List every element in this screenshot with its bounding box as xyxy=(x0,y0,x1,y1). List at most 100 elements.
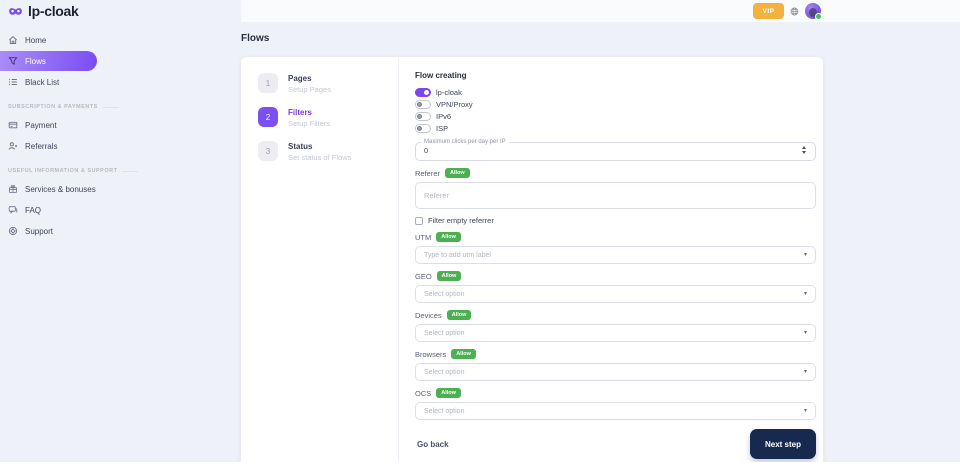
gift-icon xyxy=(8,184,18,194)
utm-combobox[interactable]: Type to add utm label ▾ xyxy=(415,246,816,264)
browsers-allow-badge[interactable]: Allow xyxy=(451,349,476,359)
step-title: Pages xyxy=(288,73,331,83)
step-subtitle: Setup Pages xyxy=(288,85,331,94)
referer-allow-badge[interactable]: Allow xyxy=(445,168,470,178)
app-window: lp-cloak VIP Home xyxy=(0,0,960,475)
sidebar-item-faq[interactable]: FAQ xyxy=(0,200,241,220)
sidebar-item-label: Black List xyxy=(25,78,59,87)
max-clicks-input[interactable] xyxy=(424,146,801,155)
sidebar-item-payment[interactable]: Payment xyxy=(0,115,241,135)
step-number: 3 xyxy=(258,141,278,161)
steps-panel: 1 Pages Setup Pages 2 Filters Setup Filt… xyxy=(241,57,399,471)
max-clicks-field: Maximum clicks per day per IP xyxy=(415,139,816,161)
toggle-row-ipv6: IPv6 xyxy=(415,111,816,122)
toggle-row-lp-cloak: lp-cloak xyxy=(415,87,816,98)
sidebar-item-label: Payment xyxy=(25,121,57,130)
devices-placeholder: Select option xyxy=(424,330,464,337)
chevron-down-icon: ▾ xyxy=(804,369,807,375)
user-avatar[interactable] xyxy=(805,3,821,19)
sidebar-item-label: Home xyxy=(25,36,46,45)
ocs-placeholder: Select option xyxy=(424,408,464,415)
sidebar-item-label: Support xyxy=(25,227,53,236)
number-stepper[interactable] xyxy=(801,145,807,155)
sidebar-item-label: Services & bonuses xyxy=(25,185,96,194)
referer-label: Referer xyxy=(415,169,440,178)
devices-select[interactable]: Select option ▾ xyxy=(415,324,816,342)
toggle-label: lp-cloak xyxy=(436,88,462,97)
filter-empty-referrer-label: Filter empty referrer xyxy=(428,216,494,225)
toggle-row-vpn-proxy: VPN/Proxy xyxy=(415,99,816,110)
person-plus-icon xyxy=(8,141,18,151)
utm-allow-badge[interactable]: Allow xyxy=(436,232,461,242)
step-pages[interactable]: 1 Pages Setup Pages xyxy=(258,73,398,94)
vpn-proxy-toggle[interactable] xyxy=(415,100,431,109)
vip-button[interactable]: VIP xyxy=(753,3,784,19)
devices-label: Devices xyxy=(415,311,442,320)
form-heading: Flow creating xyxy=(415,71,816,80)
sidebar-item-label: Referrals xyxy=(25,142,57,151)
lp-cloak-toggle[interactable] xyxy=(415,88,431,97)
isp-toggle[interactable] xyxy=(415,124,431,133)
toggle-label: ISP xyxy=(436,124,448,133)
geo-allow-badge[interactable]: Allow xyxy=(437,271,462,281)
lifebuoy-icon xyxy=(8,226,18,236)
browsers-select[interactable]: Select option ▾ xyxy=(415,363,816,381)
browsers-label: Browsers xyxy=(415,350,446,359)
ocs-label-row: OCS Allow xyxy=(415,388,816,398)
ocs-label: OCS xyxy=(415,389,431,398)
list-icon xyxy=(8,77,18,87)
credit-card-icon xyxy=(8,120,18,130)
step-subtitle: Setup Filters xyxy=(288,119,330,128)
chevron-down-icon: ▾ xyxy=(804,252,807,258)
go-back-button[interactable]: Go back xyxy=(415,436,451,453)
geo-label-row: GEO Allow xyxy=(415,271,816,281)
flow-form: Flow creating lp-cloak VPN/Proxy IPv6 xyxy=(399,57,823,471)
page-title: Flows xyxy=(241,33,960,44)
next-step-button[interactable]: Next step xyxy=(750,429,816,459)
flows-icon xyxy=(8,56,18,66)
step-title: Filters xyxy=(288,107,330,117)
top-bar-actions: VIP xyxy=(241,0,960,22)
toggle-row-isp: ISP xyxy=(415,123,816,134)
referer-input[interactable] xyxy=(415,182,816,209)
chevron-down-icon: ▾ xyxy=(804,291,807,297)
step-status[interactable]: 3 Status Set status of Flows xyxy=(258,141,398,162)
geo-select[interactable]: Select option ▾ xyxy=(415,285,816,303)
toggle-label: VPN/Proxy xyxy=(436,100,473,109)
ipv6-toggle[interactable] xyxy=(415,112,431,121)
utm-placeholder: Type to add utm label xyxy=(424,252,491,259)
sidebar-item-support[interactable]: Support xyxy=(0,221,241,241)
sidebar-item-flows[interactable]: Flows xyxy=(0,51,97,71)
ocs-select[interactable]: Select option ▾ xyxy=(415,402,816,420)
devices-label-row: Devices Allow xyxy=(415,310,816,320)
sidebar-item-services-bonuses[interactable]: Services & bonuses xyxy=(0,179,241,199)
brand-name: lp-cloak xyxy=(28,3,79,19)
globe-icon[interactable] xyxy=(790,7,799,16)
step-filters[interactable]: 2 Filters Setup Filters xyxy=(258,107,398,128)
footer-bar xyxy=(0,462,960,475)
max-clicks-label: Maximum clicks per day per IP xyxy=(421,139,509,145)
sidebar-item-label: Flows xyxy=(25,57,46,66)
sidebar-section-support: Useful information & support xyxy=(0,168,241,174)
home-icon xyxy=(8,35,18,45)
sidebar-item-label: FAQ xyxy=(25,206,41,215)
flow-card: 1 Pages Setup Pages 2 Filters Setup Filt… xyxy=(241,57,823,471)
sidebar-item-black-list[interactable]: Black List xyxy=(0,72,241,92)
geo-label: GEO xyxy=(415,272,432,281)
ocs-allow-badge[interactable]: Allow xyxy=(436,388,461,398)
step-title: Status xyxy=(288,141,351,151)
filter-empty-referrer-checkbox[interactable] xyxy=(415,217,423,225)
browsers-label-row: Browsers Allow xyxy=(415,349,816,359)
devices-allow-badge[interactable]: Allow xyxy=(447,310,472,320)
top-bar: lp-cloak VIP xyxy=(0,0,960,22)
utm-label: UTM xyxy=(415,233,431,242)
sidebar-item-home[interactable]: Home xyxy=(0,30,241,50)
browsers-placeholder: Select option xyxy=(424,369,464,376)
sidebar-item-referrals[interactable]: Referrals xyxy=(0,136,241,156)
step-subtitle: Set status of Flows xyxy=(288,153,351,162)
brand[interactable]: lp-cloak xyxy=(0,0,241,22)
step-number: 2 xyxy=(258,107,278,127)
sidebar: Home Flows Black List Subscription & Pay… xyxy=(0,22,241,462)
main-content: Flows 1 Pages Setup Pages 2 Filters xyxy=(241,22,960,462)
chat-icon xyxy=(8,205,18,215)
